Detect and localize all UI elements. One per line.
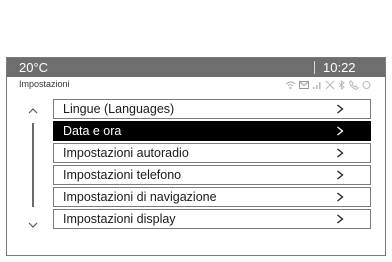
info-icon (362, 80, 371, 89)
menu-item-date-time[interactable]: Data e ora (53, 121, 371, 141)
clock-readout: 10:22 (323, 60, 356, 75)
clock-divider (314, 61, 315, 74)
scroll-up-icon[interactable] (28, 107, 38, 114)
menu-item-label: Lingue (Languages) (63, 102, 175, 116)
page-title: Impostazioni (19, 79, 70, 89)
menu-item-radio-settings[interactable]: Impostazioni autoradio (53, 143, 371, 163)
menu-item-label: Impostazioni display (63, 212, 176, 226)
signal-icon (313, 81, 321, 89)
scroll-down-icon[interactable] (28, 222, 38, 229)
menu-item-label: Impostazioni telefono (63, 168, 182, 182)
menu-item-display-settings[interactable]: Impostazioni display (53, 209, 371, 229)
chevron-right-icon (337, 104, 344, 114)
message-icon (299, 80, 309, 89)
chevron-right-icon (337, 126, 344, 136)
wifi-icon (285, 81, 296, 89)
temperature-readout: 20°C (19, 60, 49, 75)
top-status-bar: 20°C 10:22 (7, 58, 385, 77)
bluetooth-icon (338, 79, 345, 90)
phone-off-icon (325, 80, 335, 89)
menu-item-label: Data e ora (63, 124, 122, 138)
menu-item-languages[interactable]: Lingue (Languages) (53, 99, 371, 119)
menu-item-label: Impostazioni di navigazione (63, 190, 217, 204)
phone-icon (349, 79, 359, 90)
status-icons (285, 79, 371, 90)
menu-item-phone-settings[interactable]: Impostazioni telefono (53, 165, 371, 185)
chevron-right-icon (337, 214, 344, 224)
chevron-right-icon (337, 192, 344, 202)
chevron-right-icon (337, 170, 344, 180)
scrollbar-track[interactable] (32, 123, 34, 207)
menu-item-navigation-settings[interactable]: Impostazioni di navigazione (53, 187, 371, 207)
chevron-right-icon (337, 148, 344, 158)
infotainment-screen: 20°C 10:22 Impostazioni Lingue (Language… (6, 57, 386, 256)
title-bar: Impostazioni (7, 77, 385, 92)
menu-item-label: Impostazioni autoradio (63, 146, 189, 160)
